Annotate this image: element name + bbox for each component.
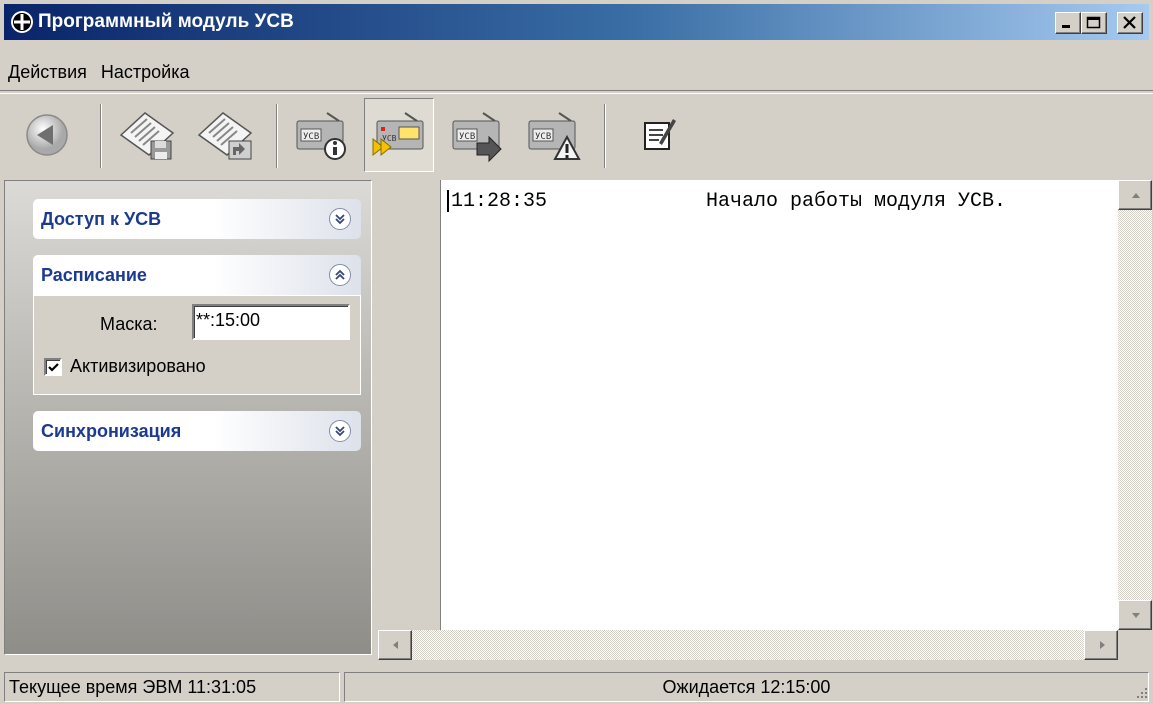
vertical-scrollbar[interactable]: [1118, 180, 1152, 630]
group-schedule-header[interactable]: Расписание: [33, 255, 361, 295]
menu-bar: Действия Настройка: [4, 58, 200, 86]
save-config-icon: [119, 112, 175, 160]
expand-chevron-icon[interactable]: [329, 208, 351, 230]
menu-settings[interactable]: Настройка: [97, 58, 200, 86]
back-icon: [26, 114, 68, 156]
edit-notes-icon: [644, 119, 676, 150]
group-schedule-body: Маска: **:15:00 Активизировано: [33, 295, 361, 395]
close-button[interactable]: [1117, 12, 1143, 34]
group-sync-header[interactable]: Синхронизация: [33, 411, 361, 451]
collapse-chevron-icon[interactable]: [329, 264, 351, 286]
usv-info-button[interactable]: УСВ: [286, 98, 356, 172]
svg-text:УСВ: УСВ: [535, 132, 551, 142]
save-config-button[interactable]: [112, 98, 182, 172]
toolbar-separator: [100, 104, 102, 168]
log-gutter: [378, 180, 441, 630]
window-title: Программный модуль УСВ: [38, 11, 294, 32]
checkmark-icon: [48, 363, 59, 372]
status-waiting: Ожидается 12:15:00: [344, 672, 1149, 702]
maximize-button[interactable]: [1081, 12, 1107, 34]
usv-sync-icon: УСВ: [372, 112, 424, 157]
maximize-icon: [1086, 16, 1101, 29]
svg-text:УСВ: УСВ: [303, 132, 319, 142]
minimize-button[interactable]: [1055, 12, 1081, 34]
text-caret: [447, 190, 449, 212]
toolbar-separator: [604, 104, 606, 168]
minimize-icon: [1062, 25, 1070, 28]
task-pane: Доступ к УСВ Расписание Маска: **:15:00 …: [4, 180, 372, 655]
usv-forward-button[interactable]: УСВ: [442, 98, 512, 172]
log-entry-time: 11:28:35: [451, 190, 548, 213]
resize-grip-icon[interactable]: [1133, 684, 1149, 700]
arrow-right-icon: [1100, 641, 1105, 649]
usv-warning-button[interactable]: УСВ: [518, 98, 588, 172]
scroll-left-button[interactable]: [378, 630, 412, 660]
group-usv-access-header[interactable]: Доступ к УСВ: [33, 199, 361, 239]
usv-forward-icon: УСВ: [452, 112, 502, 163]
svg-text:УСВ: УСВ: [459, 132, 475, 142]
load-config-button[interactable]: [190, 98, 260, 172]
scroll-right-button[interactable]: [1084, 630, 1118, 660]
clock-app-icon: [11, 11, 33, 33]
back-button[interactable]: [12, 98, 82, 172]
edit-notes-button[interactable]: [624, 98, 694, 172]
active-checkbox-label[interactable]: Активизировано: [70, 356, 206, 377]
log-view[interactable]: [441, 180, 1118, 630]
load-config-icon: [197, 112, 253, 160]
usv-info-icon: УСВ: [296, 112, 346, 160]
arrow-down-icon: [1132, 613, 1140, 618]
status-current-time: Текущее время ЭВМ 11:31:05: [4, 672, 340, 702]
active-checkbox[interactable]: [44, 358, 62, 376]
status-bar: Текущее время ЭВМ 11:31:05 Ожидается 12:…: [0, 668, 1153, 704]
mask-input[interactable]: **:15:00: [192, 304, 350, 340]
log-entry-message: Начало работы модуля УСВ.: [706, 190, 1007, 213]
scroll-down-button[interactable]: [1118, 600, 1152, 630]
horizontal-scrollbar[interactable]: [378, 630, 1118, 660]
mask-label: Маска:: [100, 314, 158, 334]
toolbar: УСВ УСВ УСВ УСВ: [0, 96, 1153, 176]
expand-chevron-icon[interactable]: [329, 420, 351, 442]
usv-sync-button[interactable]: УСВ: [364, 98, 434, 172]
group-usv-access-title: Доступ к УСВ: [41, 209, 162, 229]
menu-actions[interactable]: Действия: [4, 58, 97, 86]
group-sync-title: Синхронизация: [41, 421, 182, 441]
group-schedule-title: Расписание: [41, 265, 147, 285]
title-bar[interactable]: Программный модуль УСВ: [4, 4, 1149, 40]
toolbar-separator: [276, 104, 278, 168]
close-icon: [1123, 16, 1136, 29]
scroll-corner: [1118, 630, 1152, 660]
usv-warning-icon: УСВ: [528, 112, 581, 160]
menu-separator: [0, 90, 1153, 94]
scroll-up-button[interactable]: [1118, 180, 1152, 210]
arrow-up-icon: [1132, 193, 1140, 198]
app-window: Программный модуль УСВ Действия Настройк…: [0, 0, 1153, 704]
arrow-left-icon: [393, 641, 398, 649]
